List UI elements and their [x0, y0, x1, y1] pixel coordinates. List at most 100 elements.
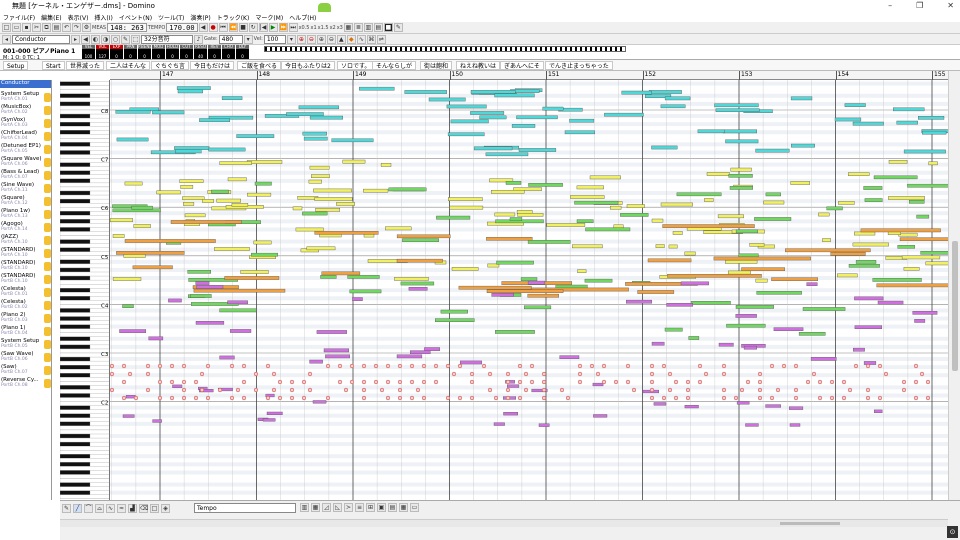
drum-note[interactable] [505, 379, 511, 385]
midi-note[interactable] [448, 197, 483, 201]
view-grid-icon[interactable]: ▦ [343, 23, 353, 32]
black-key[interactable] [60, 385, 91, 390]
menu-help[interactable]: ヘルプ(H) [289, 13, 316, 22]
midi-note[interactable] [864, 198, 883, 202]
drum-note[interactable] [433, 363, 439, 369]
midi-note[interactable] [152, 110, 185, 115]
meter-cut[interactable]: CUT 0 [180, 45, 193, 59]
track-item[interactable]: (Celesta) PortB Ch.02 [0, 299, 51, 312]
drum-note[interactable] [667, 371, 673, 377]
midi-note[interactable] [168, 298, 182, 303]
pencil-icon[interactable]: ✎ [121, 34, 130, 44]
midi-note[interactable] [295, 227, 324, 232]
midi-note[interactable] [396, 234, 451, 239]
drum-note[interactable] [841, 379, 847, 385]
midi-note[interactable] [309, 359, 323, 364]
track-mute-icon[interactable] [44, 197, 51, 206]
drum-note[interactable] [265, 363, 271, 369]
lines-icon[interactable]: ≡ [355, 503, 364, 512]
menu-mark[interactable]: マーク(M) [255, 13, 283, 22]
pen-tool-icon[interactable]: ✎ [62, 504, 71, 513]
piano-keys[interactable]: C8 C7 C6 C5 C4 C3 C2 [60, 80, 110, 500]
link-icon[interactable]: ⌘ [366, 34, 376, 44]
midi-note[interactable] [838, 201, 855, 205]
drum-note[interactable] [301, 395, 307, 401]
midi-note[interactable] [124, 239, 216, 243]
black-key[interactable] [60, 344, 91, 350]
black-key[interactable] [60, 150, 91, 155]
midi-note[interactable] [174, 146, 210, 150]
white-key[interactable] [60, 458, 110, 463]
corner-search-icon[interactable]: ⊙ [947, 526, 958, 538]
midi-note[interactable] [170, 220, 242, 224]
drum-note[interactable] [121, 363, 127, 369]
midi-note[interactable] [182, 196, 205, 200]
drum-note[interactable] [865, 363, 871, 369]
drum-note[interactable] [877, 395, 883, 401]
black-key[interactable] [60, 441, 91, 447]
midi-note[interactable] [668, 244, 678, 249]
midi-note[interactable] [124, 181, 143, 186]
black-key[interactable] [60, 267, 91, 273]
midi-note[interactable] [576, 185, 604, 190]
minimize-button[interactable]: – [888, 1, 892, 10]
cut-icon[interactable]: ✂ [32, 23, 41, 32]
white-key[interactable] [60, 292, 110, 297]
drum-note[interactable] [817, 379, 823, 385]
split-icon[interactable]: ⊞ [366, 503, 375, 512]
meter-vel[interactable]: VEL 100 [82, 45, 95, 59]
midi-note[interactable] [714, 103, 759, 108]
drum-note[interactable] [205, 363, 211, 369]
drum-note[interactable] [523, 387, 529, 393]
midi-note[interactable] [572, 244, 603, 249]
speed-x2[interactable]: x2 [330, 25, 336, 31]
midi-note[interactable] [585, 227, 631, 232]
white-key[interactable] [60, 425, 110, 431]
black-key[interactable] [60, 364, 91, 370]
black-key[interactable] [60, 113, 91, 119]
track-mute-icon[interactable] [44, 171, 51, 180]
drum-note[interactable] [625, 363, 631, 369]
track-mute-icon[interactable] [44, 132, 51, 141]
midi-note[interactable] [901, 255, 941, 260]
midi-note[interactable] [315, 207, 340, 212]
meter-cho[interactable]: CHO 0 [222, 45, 235, 59]
midi-note[interactable] [860, 228, 941, 233]
midi-note[interactable] [292, 206, 303, 211]
midi-note[interactable] [230, 329, 252, 333]
midi-note[interactable] [655, 244, 665, 248]
black-key[interactable] [60, 93, 91, 99]
drum-note[interactable] [721, 395, 727, 401]
line-tool-icon[interactable]: ╱ [73, 504, 82, 513]
midi-note[interactable] [493, 422, 505, 426]
midi-note[interactable] [680, 281, 709, 286]
drum-note[interactable] [169, 379, 175, 385]
midi-note[interactable] [688, 336, 700, 340]
midi-note[interactable] [451, 267, 479, 271]
midi-note[interactable] [110, 218, 134, 222]
note-canvas[interactable] [110, 80, 948, 500]
midi-note[interactable] [479, 115, 507, 120]
midi-note[interactable] [491, 292, 514, 297]
drum-note[interactable] [469, 379, 475, 385]
arrow-icon[interactable]: ▸ [71, 34, 80, 44]
midi-note[interactable] [613, 224, 624, 229]
drum-note[interactable] [145, 363, 151, 369]
drum-note[interactable] [397, 395, 403, 401]
midi-note[interactable] [190, 294, 212, 298]
midi-note[interactable] [254, 181, 272, 186]
marker-tab[interactable]: ぎあんへにそ [500, 61, 544, 70]
midi-note[interactable] [314, 197, 353, 201]
drum-note[interactable] [241, 379, 247, 385]
midi-note[interactable] [704, 198, 714, 202]
lock-icon[interactable]: ▣ [377, 503, 386, 512]
midi-note[interactable] [516, 115, 558, 120]
midi-note[interactable] [855, 260, 877, 264]
track-item[interactable]: (Bass & Lead) PortA Ch.07 [0, 169, 51, 182]
midi-note[interactable] [666, 302, 693, 307]
midi-note[interactable] [538, 423, 550, 427]
menu-track[interactable]: トラック(K) [217, 13, 250, 22]
midi-note[interactable] [112, 277, 142, 281]
drum-note[interactable] [925, 395, 931, 401]
track-mute-icon[interactable] [44, 119, 51, 128]
